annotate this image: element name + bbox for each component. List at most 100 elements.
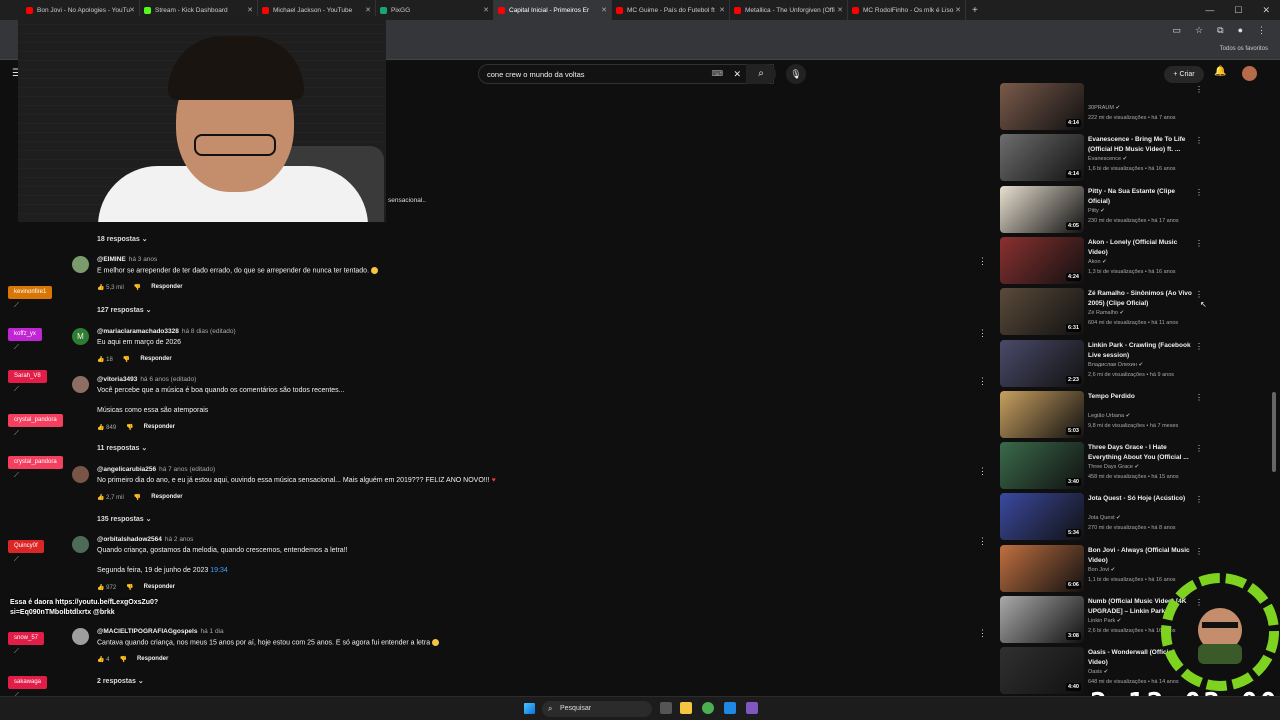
like-button[interactable]: 👍 4 [97, 656, 109, 663]
video-thumbnail[interactable]: 4:14 [1000, 134, 1084, 182]
video-menu-icon[interactable]: ⋮ [1195, 393, 1203, 402]
file-explorer-icon[interactable] [680, 702, 692, 714]
video-title[interactable]: Evanescence - Bring Me To Life (Official… [1088, 135, 1192, 155]
maximize-icon[interactable]: ☐ [1234, 5, 1242, 16]
video-title[interactable]: Zé Ramalho - Sinônimos (Ao Vivo 2005) (C… [1088, 289, 1192, 309]
profile-icon[interactable]: ● [1238, 25, 1243, 36]
comment-time[interactable]: há 8 dias (editado) [182, 328, 236, 335]
commenter-avatar[interactable]: M [72, 328, 89, 345]
minimize-icon[interactable]: — [1205, 5, 1214, 15]
like-button[interactable]: 👍 18 [97, 356, 113, 363]
related-video[interactable]: 3:40 Three Days Grace - I Hate Everything… [1000, 442, 1210, 491]
discord-icon[interactable] [746, 702, 758, 714]
video-menu-icon[interactable]: ⋮ [1195, 188, 1203, 197]
video-menu-icon[interactable]: ⋮ [1195, 342, 1203, 351]
comment-time[interactable]: há 7 anos (editado) [159, 466, 215, 473]
video-channel[interactable]: Oasis ✔ [1088, 669, 1108, 675]
new-tab-button[interactable]: + [972, 5, 978, 16]
tab-7[interactable]: MC RodolFinho - Os mlk é Liso ✕ [848, 0, 966, 20]
related-video[interactable]: 5:34 Jota Quest - Só Hoje (Acústico) Jota … [1000, 493, 1210, 542]
dislike-button[interactable]: 👎 [134, 494, 141, 501]
video-menu-icon[interactable]: ⋮ [1195, 239, 1203, 248]
comment-menu-icon[interactable]: ⋮ [978, 376, 987, 387]
bell-icon[interactable]: 🔔 [1214, 66, 1226, 77]
mic-button[interactable]: 🎙 [786, 64, 806, 84]
commenter-avatar[interactable] [72, 536, 89, 553]
video-menu-icon[interactable]: ⋮ [1195, 290, 1203, 299]
tab-close-icon[interactable]: ✕ [483, 6, 489, 14]
video-channel[interactable]: Three Days Grace ✔ [1088, 464, 1139, 470]
video-title[interactable]: Tempo Perdido [1088, 392, 1192, 402]
reply-button[interactable]: Responder [140, 356, 171, 363]
steam-icon[interactable] [724, 702, 736, 714]
comment-author[interactable]: @vitoria3493 [97, 376, 137, 383]
video-thumbnail[interactable]: 4:24 [1000, 236, 1084, 284]
reply-button[interactable]: Responder [144, 584, 175, 591]
tab-close-icon[interactable]: ✕ [719, 6, 725, 14]
related-video[interactable]: 4:05 Pitty - Na Sua Estante (Clipe Oficia… [1000, 185, 1210, 235]
video-title[interactable]: Bon Jovi - Always (Official Music Video) [1088, 546, 1192, 566]
comment-author[interactable]: @angelicarubia256 [97, 466, 156, 473]
dislike-button[interactable]: 👎 [126, 584, 133, 591]
comment-menu-icon[interactable]: ⋮ [978, 256, 987, 267]
tab-5[interactable]: MC Guime - País do Futebol ft ✕ [612, 0, 730, 20]
video-title[interactable]: Linkin Park - Crawling (Facebook Live se… [1088, 341, 1192, 361]
video-thumbnail[interactable]: 3:40 [1000, 442, 1084, 490]
video-title[interactable]: Jota Quest - Só Hoje (Acústico) [1088, 494, 1192, 504]
avatar[interactable] [1242, 66, 1257, 81]
tab-close-icon[interactable]: ✕ [365, 6, 371, 14]
video-menu-icon[interactable]: ⋮ [1195, 136, 1203, 145]
comment-time[interactable]: há 1 dia [200, 628, 223, 635]
comment-menu-icon[interactable]: ⋮ [978, 536, 987, 547]
video-channel[interactable]: Владислав Олехин ✔ [1088, 362, 1143, 368]
show-replies-button[interactable]: 127 respostas ⌄ [97, 306, 152, 314]
video-menu-icon[interactable]: ⋮ [1195, 547, 1203, 556]
video-channel[interactable]: 30PRAUM ✔ [1088, 105, 1120, 111]
tab-4[interactable]: Capital Inicial - Primeiros Er ✕ [494, 0, 612, 20]
close-icon[interactable]: ✕ [1262, 5, 1270, 16]
dislike-button[interactable]: 👎 [126, 424, 133, 431]
tab-close-icon[interactable]: ✕ [601, 6, 607, 14]
video-thumbnail[interactable]: 3:08 [1000, 596, 1084, 643]
commenter-avatar[interactable] [72, 256, 89, 273]
related-video[interactable]: 5:03 Tempo Perdido Legião Urbana ✔ 9,8 mi d… [1000, 390, 1210, 440]
tab-close-icon[interactable]: ✕ [837, 6, 843, 14]
related-video[interactable]: 4:24 Akon - Lonely (Official Music Video)… [1000, 236, 1210, 286]
video-thumbnail[interactable]: 2:23 [1000, 339, 1084, 387]
taskbar-search[interactable]: ⌕ Pesquisar [542, 701, 652, 717]
reply-button[interactable]: Responder [144, 424, 175, 431]
reply-button[interactable]: Responder [137, 656, 168, 663]
tab-close-icon[interactable]: ✕ [955, 6, 961, 14]
video-thumbnail[interactable]: 4:40 [1000, 647, 1084, 695]
tab-close-icon[interactable]: ✕ [247, 6, 253, 14]
reply-button[interactable]: Responder [151, 494, 182, 501]
all-bookmarks[interactable]: Todos os favoritos [1220, 46, 1268, 52]
video-channel[interactable]: Pitty ✔ [1088, 208, 1105, 214]
comment-menu-icon[interactable]: ⋮ [978, 628, 987, 639]
chrome-icon[interactable] [702, 702, 714, 714]
show-replies-button[interactable]: 18 respostas ⌄ [97, 235, 148, 243]
timestamp-link[interactable]: 19:34 [210, 567, 228, 574]
dislike-button[interactable]: 👎 [123, 356, 130, 363]
video-channel[interactable]: Linkin Park ✔ [1088, 618, 1121, 624]
comment-menu-icon[interactable]: ⋮ [978, 328, 987, 339]
related-video[interactable]: 4:14 30PRAUM ✔ 222 mi de visualizações • h… [1000, 83, 1210, 132]
windows-start-icon[interactable] [524, 703, 535, 714]
show-replies-button[interactable]: 2 respostas ⌄ [97, 677, 144, 685]
tab-6[interactable]: Metallica - The Unforgiven (Offi ✕ [730, 0, 848, 20]
related-video[interactable]: 2:23 Linkin Park - Crawling (Facebook Liv… [1000, 339, 1210, 389]
search-button[interactable]: ⌕ [746, 64, 776, 84]
search-input[interactable]: cone crew o mundo da voltas ⌨ ✕ [478, 64, 774, 84]
video-channel[interactable]: Jota Quest ✔ [1088, 515, 1121, 521]
tab-close-icon[interactable]: ✕ [129, 6, 135, 14]
video-thumbnail[interactable]: 6:06 [1000, 544, 1084, 592]
video-channel[interactable]: Zé Ramalho ✔ [1088, 310, 1124, 316]
task-view-icon[interactable] [660, 702, 672, 714]
video-menu-icon[interactable]: ⋮ [1195, 444, 1203, 453]
comment-author[interactable]: @EIMINE [97, 256, 126, 263]
scrollbar[interactable] [1272, 392, 1276, 472]
dislike-button[interactable]: 👎 [119, 656, 126, 663]
tab-3[interactable]: PixGG ✕ [376, 0, 494, 20]
video-thumbnail[interactable]: 4:14 [1000, 83, 1084, 130]
related-video[interactable]: 6:31 Zé Ramalho - Sinônimos (Ao Vivo 2005… [1000, 288, 1210, 337]
